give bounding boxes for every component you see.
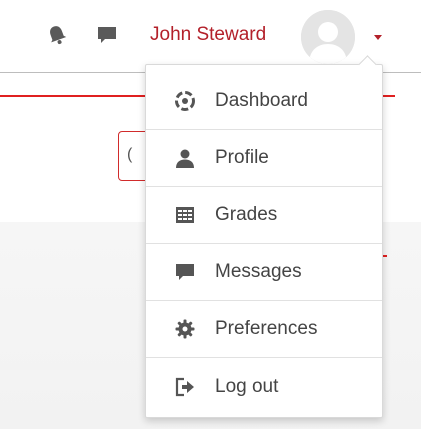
user-icon xyxy=(175,148,195,168)
avatar[interactable] xyxy=(301,10,355,64)
menu-item-label: Profile xyxy=(215,147,269,168)
background-button-text: ( xyxy=(127,146,133,163)
bell-icon[interactable] xyxy=(46,24,68,46)
grades-table-icon xyxy=(175,205,195,225)
chat-icon[interactable] xyxy=(96,24,118,46)
gear-icon xyxy=(175,319,195,339)
menu-item-profile[interactable]: Profile xyxy=(146,130,382,187)
menu-item-label: Preferences xyxy=(215,318,318,339)
menu-item-label: Dashboard xyxy=(215,90,308,111)
user-dropdown-menu: Dashboard Profile Grades Messages Prefer… xyxy=(145,55,383,418)
menu-item-label: Log out xyxy=(215,375,279,397)
menu-item-dashboard[interactable]: Dashboard xyxy=(146,73,382,130)
caret-down-icon[interactable] xyxy=(374,35,382,40)
menu-item-label: Grades xyxy=(215,204,278,225)
accent-mark xyxy=(383,255,387,257)
top-navbar: John Steward xyxy=(0,0,421,72)
menu-item-grades[interactable]: Grades xyxy=(146,187,382,244)
menu-item-preferences[interactable]: Preferences xyxy=(146,301,382,358)
user-name[interactable]: John Steward xyxy=(150,24,266,46)
menu-item-logout[interactable]: Log out xyxy=(146,358,382,415)
dashboard-icon xyxy=(175,91,195,111)
messages-icon xyxy=(175,262,195,282)
logout-icon xyxy=(175,377,195,397)
page: ( John Steward Dashboard Profile Grades … xyxy=(0,0,421,429)
menu-item-messages[interactable]: Messages xyxy=(146,244,382,301)
menu-item-label: Messages xyxy=(215,261,302,282)
